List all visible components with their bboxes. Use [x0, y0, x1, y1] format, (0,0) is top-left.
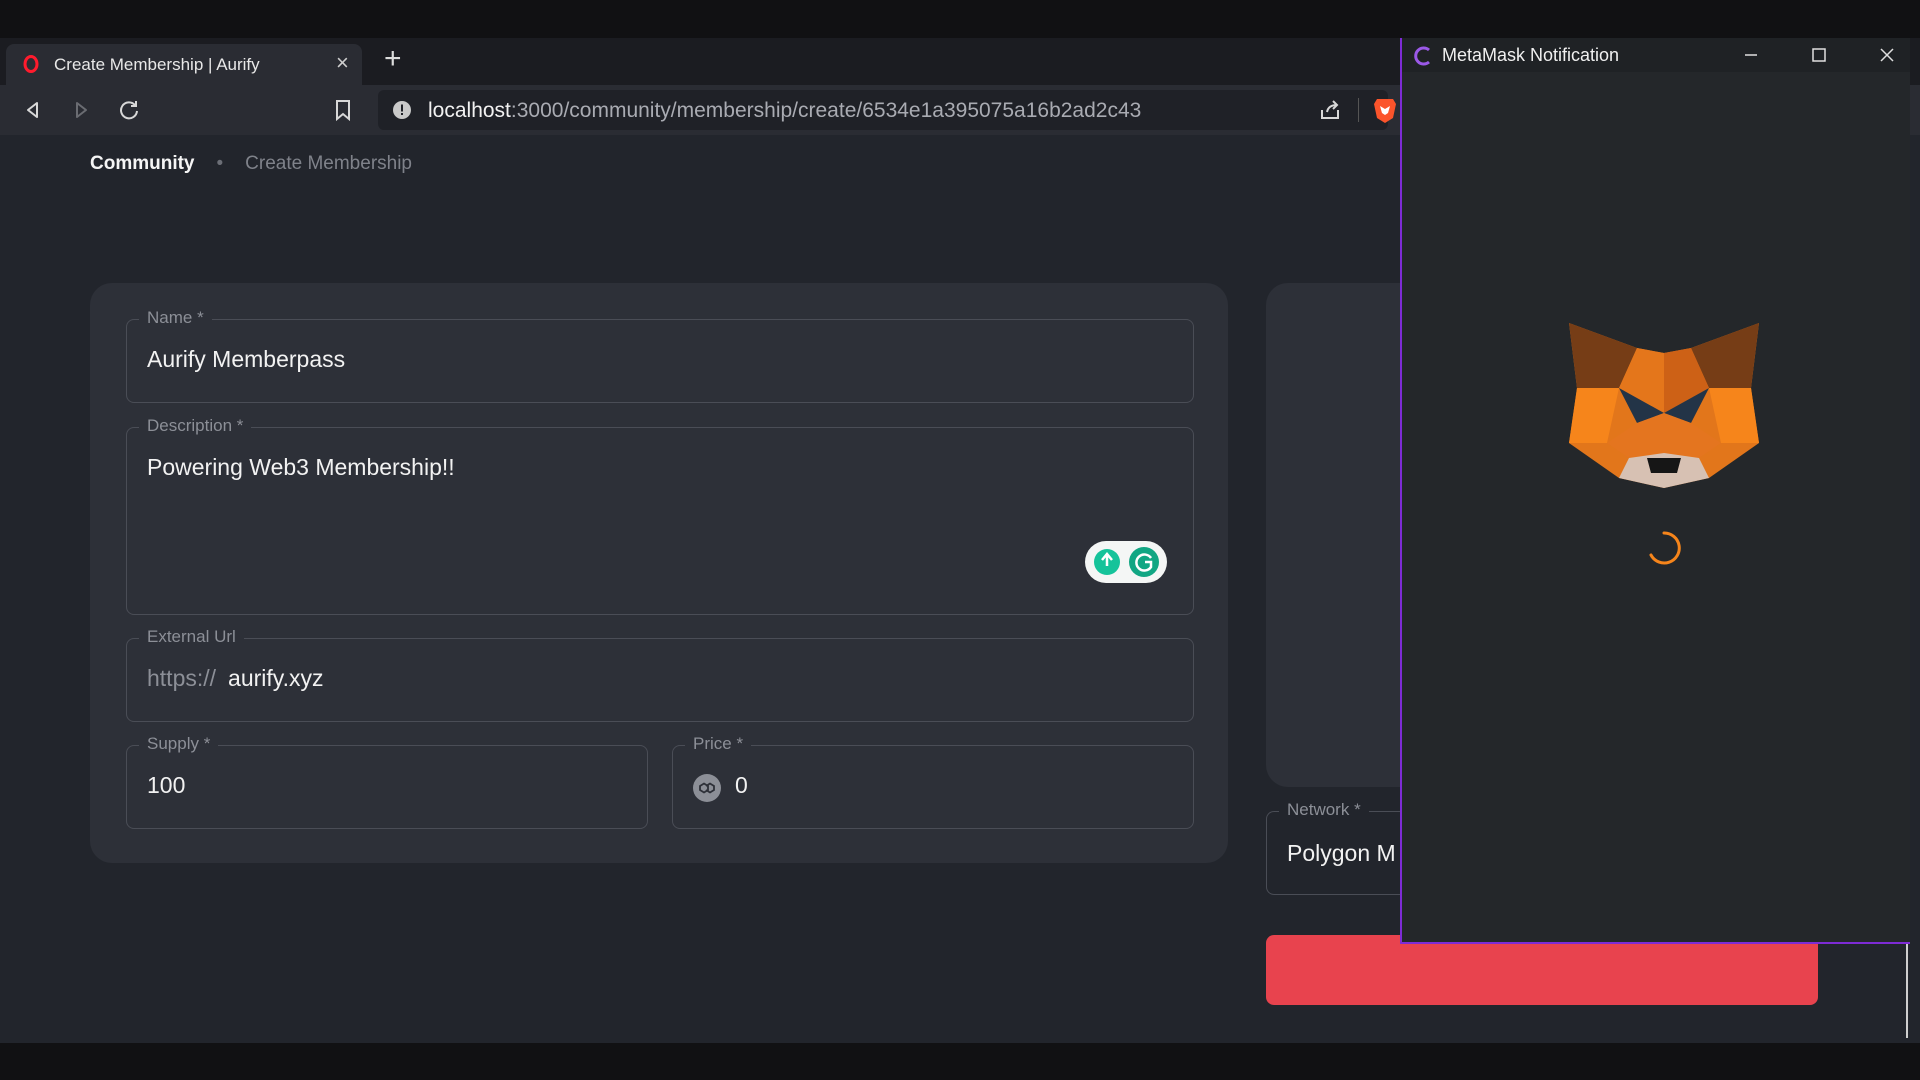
grammarly-widget[interactable] [1085, 541, 1167, 583]
breadcrumb-separator: • [216, 153, 224, 174]
url-path: :3000/community/membership/create/6534e1… [510, 99, 1142, 122]
membership-form-card: Name * Aurify Memberpass Description * P… [90, 283, 1228, 863]
price-input-value[interactable]: 0 [735, 772, 748, 799]
reload-button[interactable] [114, 95, 144, 125]
maximize-icon [1812, 48, 1826, 62]
screen-top-bar [0, 0, 1920, 38]
url-prefix: https:// [147, 665, 217, 691]
bookmark-button[interactable] [328, 95, 358, 125]
metamask-titlebar: MetaMask Notification [1402, 38, 1910, 72]
reload-icon [120, 101, 138, 120]
metamask-notification-window: MetaMask Notification [1400, 38, 1910, 944]
grammarly-icon [1094, 547, 1159, 577]
external-url-input[interactable]: https:// aurify.xyz [147, 665, 323, 692]
minimize-button[interactable] [1738, 42, 1764, 68]
new-tab-button[interactable]: + [384, 44, 402, 74]
tab-title: Create Membership | Aurify [54, 55, 260, 74]
supply-field[interactable]: Supply * 100 [126, 734, 648, 829]
breadcrumb: Community • Create Membership [90, 153, 412, 175]
supply-label: Supply * [139, 734, 219, 754]
supply-input-value[interactable]: 100 [147, 772, 185, 799]
loading-spinner-icon [1649, 531, 1681, 565]
close-window-button[interactable] [1874, 42, 1900, 68]
screen-bottom-bar [0, 1043, 1920, 1080]
url-host: localhost [428, 99, 511, 122]
address-bar[interactable]: localhost:3000/community/membership/crea… [378, 90, 1396, 130]
price-field[interactable]: Price * 0 [672, 734, 1194, 829]
forward-arrow-icon [76, 102, 87, 118]
back-button[interactable] [18, 95, 48, 125]
metamask-fox-logo [1569, 323, 1759, 488]
network-label: Network * [1279, 800, 1369, 820]
description-label: Description * [139, 416, 252, 436]
close-icon [1880, 48, 1894, 62]
price-label: Price * [685, 734, 752, 754]
forward-button[interactable] [66, 95, 96, 125]
external-url-label: External Url [139, 627, 244, 647]
browser-tab[interactable]: Create Membership | Aurify × [6, 44, 362, 85]
create-membership-button[interactable] [1266, 935, 1818, 1005]
share-icon[interactable] [1318, 98, 1342, 122]
metamask-window-title: MetaMask Notification [1442, 45, 1620, 65]
opera-icon [23, 55, 39, 73]
description-input-value[interactable]: Powering Web3 Membership!! [147, 454, 455, 481]
maximize-button[interactable] [1806, 42, 1832, 68]
address-bar-divider [1358, 98, 1359, 122]
network-value: Polygon M [1287, 840, 1396, 866]
site-info-icon[interactable] [392, 100, 412, 120]
polygon-token-icon [693, 774, 721, 802]
external-url-value: aurify.xyz [228, 665, 324, 691]
breadcrumb-current: Create Membership [245, 153, 412, 174]
name-input-value[interactable]: Aurify Memberpass [147, 346, 345, 373]
external-url-field[interactable]: External Url https:// aurify.xyz [126, 627, 1194, 722]
opera-window-icon [1414, 46, 1430, 66]
minimize-icon [1745, 54, 1757, 56]
description-field[interactable]: Description * Powering Web3 Membership!! [126, 416, 1194, 615]
name-field[interactable]: Name * Aurify Memberpass [126, 308, 1194, 403]
breadcrumb-community-link[interactable]: Community [90, 153, 195, 174]
back-arrow-icon [27, 102, 38, 118]
name-label: Name * [139, 308, 212, 328]
brave-shield-icon[interactable] [1372, 96, 1398, 124]
bookmark-icon [336, 100, 350, 121]
url-text: localhost:3000/community/membership/crea… [428, 99, 1141, 123]
tab-close-icon[interactable]: × [336, 50, 349, 76]
